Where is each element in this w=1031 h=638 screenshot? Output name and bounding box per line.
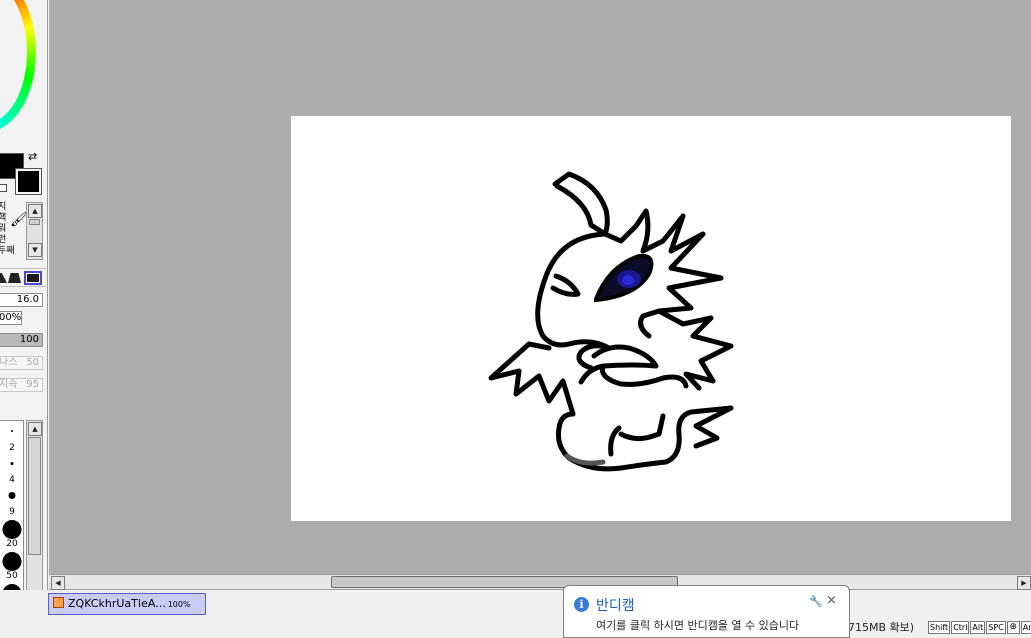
stroke-leg [608, 413, 666, 457]
size-dot [8, 492, 16, 499]
info-icon: i [574, 597, 589, 612]
tool-list: 지 핵 워 런 두째 [0, 202, 24, 260]
stroke-head-top [602, 208, 651, 254]
blend-field[interactable]: 나스 50 [0, 356, 43, 370]
scroll-up-button[interactable]: ▲ [28, 422, 42, 436]
scrollbar-thumb[interactable] [29, 219, 40, 225]
stroke-belly [599, 363, 689, 389]
blend-label: 나스 [0, 357, 18, 368]
brush-size-field[interactable]: 16.0 [0, 293, 43, 307]
size-label: 20 [6, 539, 18, 549]
ctrl-key-indicator: Ctrl [951, 621, 970, 634]
swap-colors-icon[interactable]: ⇄ [28, 151, 37, 162]
modifier-keys: ShiftCtrlAltSPC⊕Any [928, 621, 1031, 634]
space-key-indicator: SPC [986, 621, 1006, 634]
size-label: 50 [6, 571, 18, 581]
size-label: 2 [9, 443, 15, 453]
reset-colors-icon[interactable] [0, 184, 7, 192]
brush-size-presets: 2 4 9 20 50 120 [0, 420, 24, 614]
brush-shape-sharp[interactable] [0, 273, 7, 283]
notification-title: 반디캠 [596, 598, 635, 614]
horizontal-scrollbar[interactable]: ◀ ▶ [49, 574, 1031, 590]
size-dot [2, 552, 22, 571]
persistence-label: 지속 [0, 379, 18, 390]
density-slider[interactable]: 100 [0, 333, 43, 347]
notification-message: 여기를 클릭 하시면 반디캠을 열 수 있습니다 [596, 619, 800, 632]
stroke-horn [552, 171, 610, 237]
size-dot [10, 462, 14, 465]
tool-panel: ⇄ 지 핵 워 런 두째 🖌 ▲ ▼ 16.0 00% 100 나스 50 지속… [0, 0, 48, 620]
brush-shape-row [0, 268, 46, 287]
document-tab[interactable]: ZQKCkhrUaTIeA... 100% [48, 593, 206, 615]
size-label: 4 [9, 475, 15, 485]
brush-shape-flat-selected[interactable] [24, 271, 42, 285]
color-wheel[interactable] [0, 0, 36, 132]
scroll-left-button[interactable]: ◀ [51, 576, 65, 590]
opacity-field[interactable]: 00% [0, 311, 22, 325]
brush-shape-round[interactable] [8, 273, 21, 283]
size-dot [11, 430, 13, 432]
scrollbar-thumb[interactable] [28, 437, 41, 555]
bandicam-notification[interactable]: i 반디캠 🔧 × 여기를 클릭 하시면 반디캠을 열 수 있습니다 [563, 585, 850, 638]
tool-item[interactable]: 런 [0, 235, 24, 246]
persistence-field[interactable]: 지속 95 [0, 378, 43, 392]
size-list-scrollbar[interactable]: ▲ ▼ [26, 420, 43, 614]
navigator-icon: ⊕ [1006, 621, 1020, 634]
stroke-jaw [550, 273, 581, 297]
any-key-indicator: Any [1020, 621, 1031, 634]
secondary-color-swatch[interactable] [15, 168, 42, 195]
stroke-snout [578, 344, 659, 385]
drawing-paper[interactable] [291, 116, 1011, 521]
stroke-left-wing [488, 341, 576, 417]
alt-key-indicator: Alt [970, 621, 986, 634]
canvas-area[interactable] [49, 0, 1031, 574]
document-icon [53, 597, 64, 608]
drawing-strokes [488, 171, 734, 472]
document-tab-zoom: 100% [167, 600, 191, 609]
size-dot [2, 520, 22, 539]
close-icon[interactable]: × [826, 593, 837, 608]
size-label: 9 [9, 507, 15, 517]
memory-status: 715MB 확보) [848, 621, 915, 634]
document-tab-name: ZQKCkhrUaTIeA... [68, 597, 166, 610]
tool-list-scrollbar[interactable]: ▲ ▼ [26, 202, 43, 260]
tool-item[interactable]: 두째 [0, 246, 24, 257]
scroll-right-button[interactable]: ▶ [1017, 576, 1031, 590]
persistence-value: 95 [26, 379, 39, 390]
shift-key-indicator: Shift [928, 621, 951, 634]
scroll-down-button[interactable]: ▼ [28, 243, 42, 257]
document-tab-bar: ZQKCkhrUaTIeA... 100% 715MB 확보) Shift Ctrl… [0, 590, 1031, 638]
blend-value: 50 [26, 357, 39, 368]
wrench-icon[interactable]: 🔧 [809, 595, 823, 608]
scroll-up-button[interactable]: ▲ [28, 204, 42, 218]
eye-pupil [622, 275, 634, 285]
